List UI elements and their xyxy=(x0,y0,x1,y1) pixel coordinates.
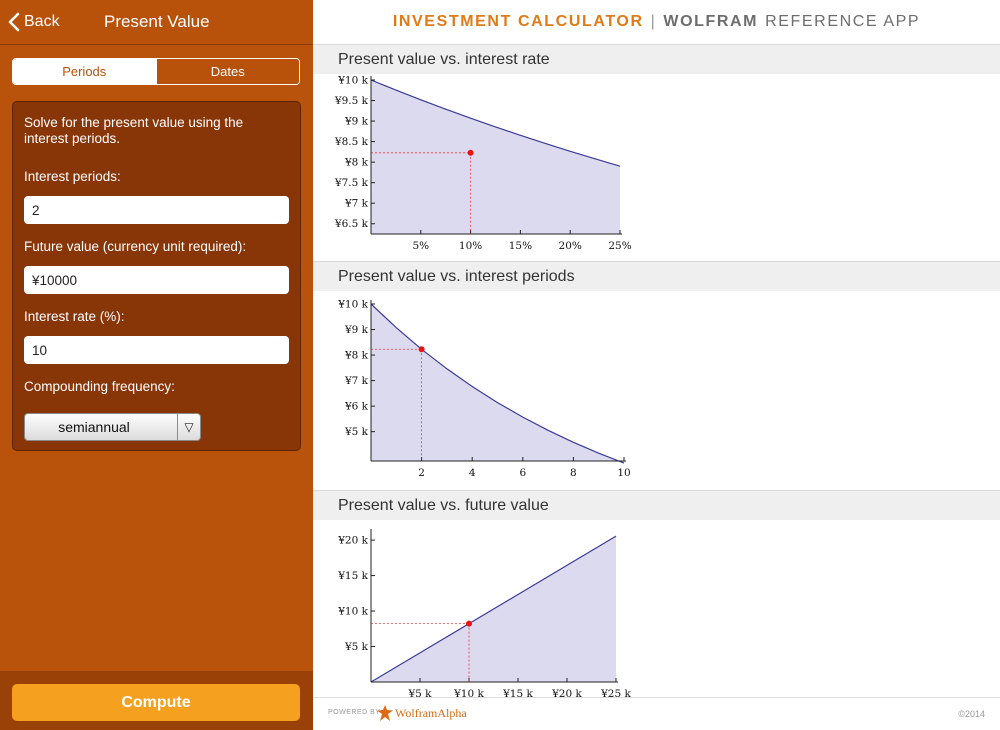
chart-y-tick-label: ¥9 k xyxy=(344,116,369,128)
wolframalpha-logo[interactable]: WolframAlpha xyxy=(377,705,467,721)
results-panel: INVESTMENT CALCULATOR | WOLFRAM REFERENC… xyxy=(313,0,1000,730)
compounding-label: Compounding frequency: xyxy=(24,379,175,394)
chart-marker-point xyxy=(467,149,474,156)
chart-x-tick-label: 4 xyxy=(469,467,476,479)
chart-y-tick-label: ¥9 k xyxy=(344,324,369,336)
chart-y-tick-label: ¥7 k xyxy=(344,198,369,210)
page-title: Present Value xyxy=(104,12,210,31)
chart-title-interest-rate: Present value vs. interest rate xyxy=(313,44,1000,74)
chart-pv-vs-future-value: ¥5 k¥10 k¥15 k¥20 k¥5 k ¥10 k ¥15 k ¥20 k ¥2… xyxy=(337,529,632,700)
chart-x-tick-label: 15% xyxy=(509,240,532,252)
future-value-label: Future value (currency unit required): xyxy=(24,239,247,254)
chart-y-tick-label: ¥7 k xyxy=(344,375,369,387)
chart-x-tick-label: 25% xyxy=(608,240,631,252)
app-title-name: INVESTMENT CALCULATOR xyxy=(392,13,644,30)
wolfram-star-icon xyxy=(377,705,393,721)
chart-title-future-value: Present value vs. future value xyxy=(313,490,1000,520)
chart-pv-vs-interest-periods: ¥5 k ¥6 k ¥7 k ¥8 k ¥9 k ¥10 k 2 4 6 8 10 xyxy=(337,299,630,480)
interest-rate-input[interactable]: 10 xyxy=(24,336,289,364)
chart-y-tick-label: ¥20 k xyxy=(337,535,368,547)
chart-y-tick-label: ¥10 k xyxy=(337,299,368,311)
tab-dates[interactable]: Dates xyxy=(155,59,299,84)
input-form: Solve for the present value using the in… xyxy=(12,101,301,451)
chart-x-tick-label: 6 xyxy=(519,467,526,479)
chart-x-tick-label: 8 xyxy=(570,467,577,479)
wolframalpha-text: WolframAlpha xyxy=(395,705,467,720)
chart-y-tick-label: ¥10 k xyxy=(337,75,368,87)
periods-label: Interest periods: xyxy=(24,169,121,184)
chart-y-tick-label: ¥8 k xyxy=(344,157,369,169)
chart-x-tick-label: 2 xyxy=(418,467,425,479)
chart-y-tick-label: ¥10 k xyxy=(337,606,368,618)
chart-pv-vs-interest-rate: ¥6.5 k ¥7 k ¥7.5 k ¥8 k ¥8.5 k ¥9 k ¥9.5 k ¥10 … xyxy=(334,75,632,253)
chart-y-tick-label: ¥5 k xyxy=(344,426,369,438)
chart-y-tick-label: ¥6 k xyxy=(344,401,369,413)
dropdown-triangle-icon: ▽ xyxy=(177,414,200,440)
chart-y-tick-label: ¥9.5 k xyxy=(334,95,369,107)
chart-y-tick-label: ¥7.5 k xyxy=(334,177,369,189)
nav-bar: Back Present Value xyxy=(0,0,313,45)
chart-y-tick-label: ¥8 k xyxy=(344,350,369,362)
chart-y-tick-label: ¥5 k xyxy=(344,641,369,653)
future-value-input[interactable]: ¥10000 xyxy=(24,266,289,294)
interest-rate-label: Interest rate (%): xyxy=(24,309,125,324)
chart-marker-point xyxy=(466,620,472,627)
chart-area-fill xyxy=(371,304,624,464)
chevron-left-icon xyxy=(8,12,20,32)
chart-area-fill xyxy=(371,80,620,234)
back-button[interactable]: Back xyxy=(8,9,60,35)
chart-y-tick-label: ¥8.5 k xyxy=(334,136,369,148)
mode-segmented-control: Periods Dates xyxy=(12,58,300,85)
compounding-select[interactable]: semiannual ▽ xyxy=(24,413,201,441)
app-title-suffix: REFERENCE APP xyxy=(765,13,921,30)
copyright: ©2014 xyxy=(958,709,985,719)
chart-y-tick-label: ¥15 k xyxy=(337,570,368,582)
chart-x-tick-label: 5% xyxy=(412,240,429,252)
compute-button[interactable]: Compute xyxy=(12,684,300,721)
chart-x-tick-label: 10 xyxy=(617,467,630,479)
form-description: Solve for the present value using the in… xyxy=(24,115,244,146)
chart-y-tick-label: ¥6.5 k xyxy=(334,218,369,230)
periods-input[interactable]: 2 xyxy=(24,196,289,224)
app-title: INVESTMENT CALCULATOR | WOLFRAM REFERENC… xyxy=(313,0,1000,44)
chart-title-interest-periods: Present value vs. interest periods xyxy=(313,261,1000,291)
powered-by-label: POWERED BY xyxy=(328,709,381,716)
input-panel: Back Present Value Periods Dates Solve f… xyxy=(0,0,313,730)
app-title-separator: | xyxy=(650,13,657,30)
chart-x-tick-label: 10% xyxy=(459,240,482,252)
back-label: Back xyxy=(24,13,60,30)
tab-periods[interactable]: Periods xyxy=(13,59,156,84)
chart-x-tick-label: 20% xyxy=(559,240,582,252)
compounding-select-value: semiannual xyxy=(58,419,130,435)
footer: POWERED BY WolframAlpha ©2014 xyxy=(313,697,1000,730)
app-title-brand: WOLFRAM xyxy=(663,13,759,30)
chart-marker-point xyxy=(418,346,425,353)
